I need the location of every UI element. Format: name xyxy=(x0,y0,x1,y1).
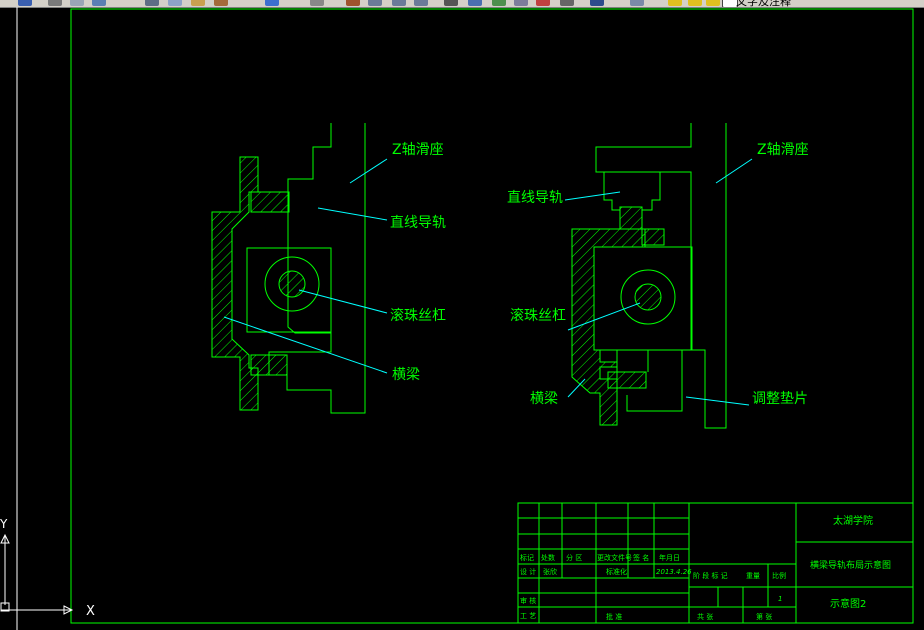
process-label: 工 艺 xyxy=(520,612,536,620)
rev-header-0: 标记 xyxy=(520,553,534,562)
rev-header-2: 分 区 xyxy=(566,553,582,562)
left-rail-top xyxy=(250,191,290,213)
left-z-slide-label: Z轴滑座 xyxy=(392,141,444,158)
sheet-label: 第 张 xyxy=(756,612,772,621)
pan-icon[interactable] xyxy=(346,0,360,6)
right-rail-flange xyxy=(641,228,665,246)
drawing-title: 横梁导轨布局示意图 xyxy=(810,559,891,571)
autocad-window: 文字及注释 Z轴滑座 直线导轨 滚珠丝杠 横梁 Z轴滑座 直线导轨 滚珠丝杠 横… xyxy=(0,0,924,630)
sheet-set-icon[interactable] xyxy=(514,0,528,6)
ucs-y-label: Y xyxy=(0,517,8,531)
approve-label: 批 准 xyxy=(606,612,622,621)
rev-header-4: 签 名 xyxy=(633,553,649,562)
right-ballscrew-shaft xyxy=(634,283,662,311)
rev-header-3: 更改文件号 xyxy=(597,553,632,562)
sheets-label: 共 张 xyxy=(697,612,713,621)
redo-icon[interactable] xyxy=(310,0,324,6)
layer-on-icon[interactable] xyxy=(668,0,682,6)
left-rail-bottom xyxy=(250,354,288,376)
left-ballscrew-label: 滚珠丝杠 xyxy=(390,307,446,324)
review-label: 审 核 xyxy=(520,596,536,605)
left-view xyxy=(211,123,366,414)
designer-name: 张欣 xyxy=(543,567,557,576)
tool-palettes-icon[interactable] xyxy=(492,0,506,6)
zoom-realtime-icon[interactable] xyxy=(368,0,382,6)
right-rail-label: 直线导轨 xyxy=(507,189,563,206)
stage-label: 阶 段 标 记 xyxy=(693,571,728,580)
right-beam-label: 横梁 xyxy=(530,391,558,407)
zoom-window-icon[interactable] xyxy=(392,0,406,6)
standardize-label: 标准化 xyxy=(606,567,627,576)
paste-icon[interactable] xyxy=(191,0,205,6)
layer-freeze-icon[interactable] xyxy=(688,0,702,6)
copy-icon[interactable] xyxy=(168,0,182,6)
right-ballscrew-label: 滚珠丝杠 xyxy=(510,307,566,324)
rev-header-1: 处数 xyxy=(541,553,555,562)
right-rail-top xyxy=(619,206,643,230)
scale-label: 比例 xyxy=(772,571,786,580)
weight-label: 重量 xyxy=(746,572,760,580)
drawing-number: 示意图2 xyxy=(830,597,866,610)
design-center-icon[interactable] xyxy=(468,0,482,6)
scale-value: 1 xyxy=(778,595,782,603)
matchprop-icon[interactable] xyxy=(214,0,228,6)
properties-icon[interactable] xyxy=(444,0,458,6)
help-icon[interactable] xyxy=(590,0,604,6)
school-name: 太湖学院 xyxy=(833,514,873,527)
design-date: 2013.4.26 xyxy=(656,568,692,576)
right-shim-label: 调整垫片 xyxy=(752,391,808,407)
right-z-slide-label: Z轴滑座 xyxy=(757,141,809,158)
print-icon[interactable] xyxy=(48,0,62,6)
title-block-text: 标记 处数 分 区 更改文件号 签 名 年月日 设 计 张欣 标准化 2013.… xyxy=(520,514,891,621)
right-view xyxy=(571,123,727,429)
layer-manager-icon[interactable] xyxy=(630,0,644,6)
designer-label: 设 计 xyxy=(520,567,536,576)
layer-lock-icon[interactable] xyxy=(706,0,720,6)
publish-icon[interactable] xyxy=(92,0,106,6)
save-icon[interactable] xyxy=(18,0,32,6)
drawing-canvas[interactable]: Z轴滑座 直线导轨 滚珠丝杠 横梁 Z轴滑座 直线导轨 滚珠丝杠 横梁 调整垫片… xyxy=(0,7,924,630)
right-slide-lower xyxy=(603,172,620,211)
cut-icon[interactable] xyxy=(145,0,159,6)
left-ballscrew-shaft xyxy=(278,270,306,298)
calculator-icon[interactable] xyxy=(560,0,574,6)
right-rail-bottom xyxy=(607,371,647,389)
left-rail-label: 直线导轨 xyxy=(390,214,446,231)
right-beam xyxy=(571,228,646,426)
zoom-previous-icon[interactable] xyxy=(414,0,428,6)
rev-header-5: 年月日 xyxy=(659,553,680,562)
drawing-frame xyxy=(70,8,914,624)
ucs-icon xyxy=(0,533,74,615)
ucs-x-label: X xyxy=(86,604,95,619)
preview-icon[interactable] xyxy=(70,0,84,6)
undo-icon[interactable] xyxy=(265,0,279,6)
markup-icon[interactable] xyxy=(536,0,550,6)
left-beam-label: 横梁 xyxy=(392,367,420,383)
